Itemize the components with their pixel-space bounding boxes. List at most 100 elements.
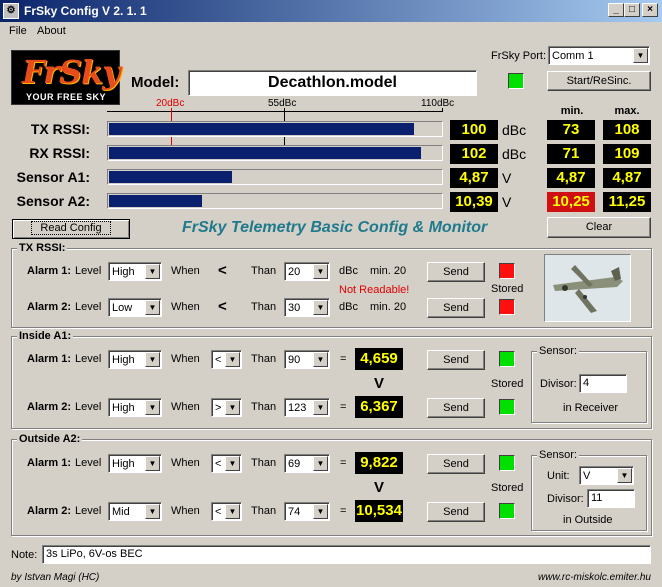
- tx-rssi-alarm2-send-button[interactable]: Send: [427, 298, 485, 318]
- outside-a2-alarm2-operator-select[interactable]: < ▼: [211, 502, 242, 521]
- inside-a1-alarm1-label: Alarm 1:: [27, 353, 72, 365]
- inside-a1-alarm1-than-select[interactable]: 90 ▼: [284, 350, 330, 369]
- chevron-down-icon[interactable]: ▼: [313, 300, 328, 315]
- outside-a2-alarm1-when-label: When: [171, 457, 200, 469]
- logo-tagline: YOUR FREE SKY: [26, 92, 107, 102]
- inside-a1-alarm1-level-select[interactable]: High ▼: [108, 350, 162, 369]
- inside-a1-alarm2-level-select[interactable]: High ▼: [108, 398, 162, 417]
- outside-a2-alarm1-operator-select[interactable]: < ▼: [211, 454, 242, 473]
- outside-a2-alarm2-level-select[interactable]: Mid ▼: [108, 502, 162, 521]
- port-label: FrSky Port:: [491, 50, 547, 62]
- chevron-down-icon[interactable]: ▼: [145, 264, 160, 279]
- inside-a1-alarm2-operator-select[interactable]: > ▼: [211, 398, 242, 417]
- outside-a2-divisor-input[interactable]: 11: [587, 489, 635, 508]
- inside-a1-alarm1-operator-select[interactable]: < ▼: [211, 350, 242, 369]
- inside-a1-alarm2-than-select[interactable]: 123 ▼: [284, 398, 330, 417]
- outside-a2-alarm2-than-select[interactable]: 74 ▼: [284, 502, 330, 521]
- tx-rssi-alarm1-than-label: Than: [251, 265, 277, 277]
- chevron-down-icon[interactable]: ▼: [313, 264, 328, 279]
- tx-rssi-alarm1-than-select-value: 20: [288, 266, 301, 278]
- inside-a1-unit: V: [374, 375, 385, 392]
- inside-a1-alarm2-operator-select-value: >: [215, 402, 222, 414]
- outside-a2-divisor-label: Divisor:: [547, 493, 584, 505]
- chevron-down-icon[interactable]: ▼: [633, 48, 648, 63]
- scale-line: [107, 111, 443, 112]
- outside-a2-alarm1-label: Alarm 1:: [27, 457, 72, 469]
- tx-rssi-alarm2-operator: <: [218, 298, 227, 315]
- minimize-button[interactable]: _: [608, 3, 624, 17]
- website-url[interactable]: www.rc-miskolc.emiter.hu: [538, 572, 651, 583]
- rx-rssi-unit: dBc: [502, 146, 527, 162]
- outside-a2-alarm1-equals: =: [340, 457, 347, 469]
- start-resinc-button[interactable]: Start/ReSinc.: [547, 71, 651, 91]
- outside-a2-alarm1-level-select[interactable]: High ▼: [108, 454, 162, 473]
- chevron-down-icon[interactable]: ▼: [313, 400, 328, 415]
- inside-a1-alarm2-level-label: Level: [75, 401, 102, 413]
- outside-a2-alarm1-level-select-value: High: [112, 458, 135, 470]
- outside-a2-location: in Outside: [563, 514, 613, 526]
- chevron-down-icon[interactable]: ▼: [313, 504, 328, 519]
- tx-rssi-alarm1-level-select[interactable]: High ▼: [108, 262, 162, 281]
- maximize-button[interactable]: □: [624, 3, 640, 17]
- outside-a2-unit-value: V: [583, 470, 591, 482]
- tx-rssi-alarm2-than-select[interactable]: 30 ▼: [284, 298, 330, 317]
- sensor-a2-label: Sensor A2:: [16, 193, 90, 209]
- rx-rssi-bar: [107, 145, 443, 161]
- outside-a2-alarm2-send-button[interactable]: Send: [427, 502, 485, 522]
- read-config-label: Read Config: [31, 221, 111, 235]
- sensor-a1-max: 4,87: [603, 168, 651, 188]
- outside-a2-alarm2-equals: =: [340, 505, 347, 517]
- tx-rssi-alarm1-min: min. 20: [370, 265, 407, 277]
- author-credit: by Istvan Magi (HC): [11, 572, 100, 583]
- chevron-down-icon[interactable]: ▼: [145, 300, 160, 315]
- tx-rssi-max: 108: [603, 120, 651, 140]
- chevron-down-icon[interactable]: ▼: [225, 352, 240, 367]
- note-input[interactable]: 3s LiPo, 6V-os BEC: [42, 545, 651, 564]
- rx-rssi-label: RX RSSI:: [29, 145, 90, 161]
- tx-rssi-alarm2-level-select[interactable]: Low ▼: [108, 298, 162, 317]
- tx-rssi-alarm1-level-label: Level: [75, 265, 102, 277]
- model-label: Model:: [131, 74, 180, 91]
- chevron-down-icon[interactable]: ▼: [225, 504, 240, 519]
- chevron-down-icon[interactable]: ▼: [225, 400, 240, 415]
- tx-rssi-title: TX RSSI:: [17, 242, 68, 254]
- clear-button[interactable]: Clear: [547, 217, 651, 238]
- inside-a1-alarm1-operator-select-value: <: [215, 354, 222, 366]
- rx-rssi-max: 109: [603, 144, 651, 164]
- inside-a1-alarm2-equals: =: [340, 401, 347, 413]
- chevron-down-icon[interactable]: ▼: [145, 400, 160, 415]
- chevron-down-icon[interactable]: ▼: [313, 456, 328, 471]
- close-button[interactable]: ×: [642, 3, 658, 17]
- inside-a1-alarm1-level-label: Level: [75, 353, 102, 365]
- app-icon[interactable]: ⚙: [3, 3, 19, 19]
- sensor-a1-label: Sensor A1:: [16, 169, 90, 185]
- chevron-down-icon[interactable]: ▼: [145, 352, 160, 367]
- menu-about[interactable]: About: [37, 25, 66, 37]
- model-name-field[interactable]: Decathlon.model: [188, 70, 477, 96]
- inside-a1-alarm1-computed-value: 4,659: [355, 348, 403, 370]
- read-config-button[interactable]: Read Config: [12, 219, 130, 239]
- inside-a1-alarm2-send-button[interactable]: Send: [427, 398, 485, 418]
- menu-file[interactable]: File: [9, 25, 27, 37]
- inside-a1-divisor-input[interactable]: 4: [579, 374, 627, 393]
- window-title: FrSky Config V 2. 1. 1: [24, 4, 147, 18]
- outside-a2-unit-select[interactable]: V ▼: [579, 466, 634, 485]
- chevron-down-icon[interactable]: ▼: [313, 352, 328, 367]
- note-label: Note:: [11, 549, 38, 561]
- outside-a2-alarm1-send-button[interactable]: Send: [427, 454, 485, 474]
- tx-rssi-alarm1-send-button[interactable]: Send: [427, 262, 485, 282]
- scale-mid-label: 55dBc: [268, 98, 297, 109]
- tx-rssi-alarm1-level-select-value: High: [112, 266, 135, 278]
- outside-a2-alarm1-than-select[interactable]: 69 ▼: [284, 454, 330, 473]
- tx-rssi-alarm1-than-select[interactable]: 20 ▼: [284, 262, 330, 281]
- inside-a1-alarm1-send-button[interactable]: Send: [427, 350, 485, 370]
- chevron-down-icon[interactable]: ▼: [145, 504, 160, 519]
- inside-a1-alarm1-than-select-value: 90: [288, 354, 301, 366]
- chevron-down-icon[interactable]: ▼: [225, 456, 240, 471]
- chevron-down-icon[interactable]: ▼: [617, 468, 632, 483]
- port-select[interactable]: Comm 1 ▼: [548, 46, 650, 65]
- sensor-a2-unit: V: [502, 194, 512, 210]
- app-heading: FrSky Telemetry Basic Config & Monitor: [182, 219, 488, 236]
- chevron-down-icon[interactable]: ▼: [145, 456, 160, 471]
- port-status-lamp: [508, 73, 524, 89]
